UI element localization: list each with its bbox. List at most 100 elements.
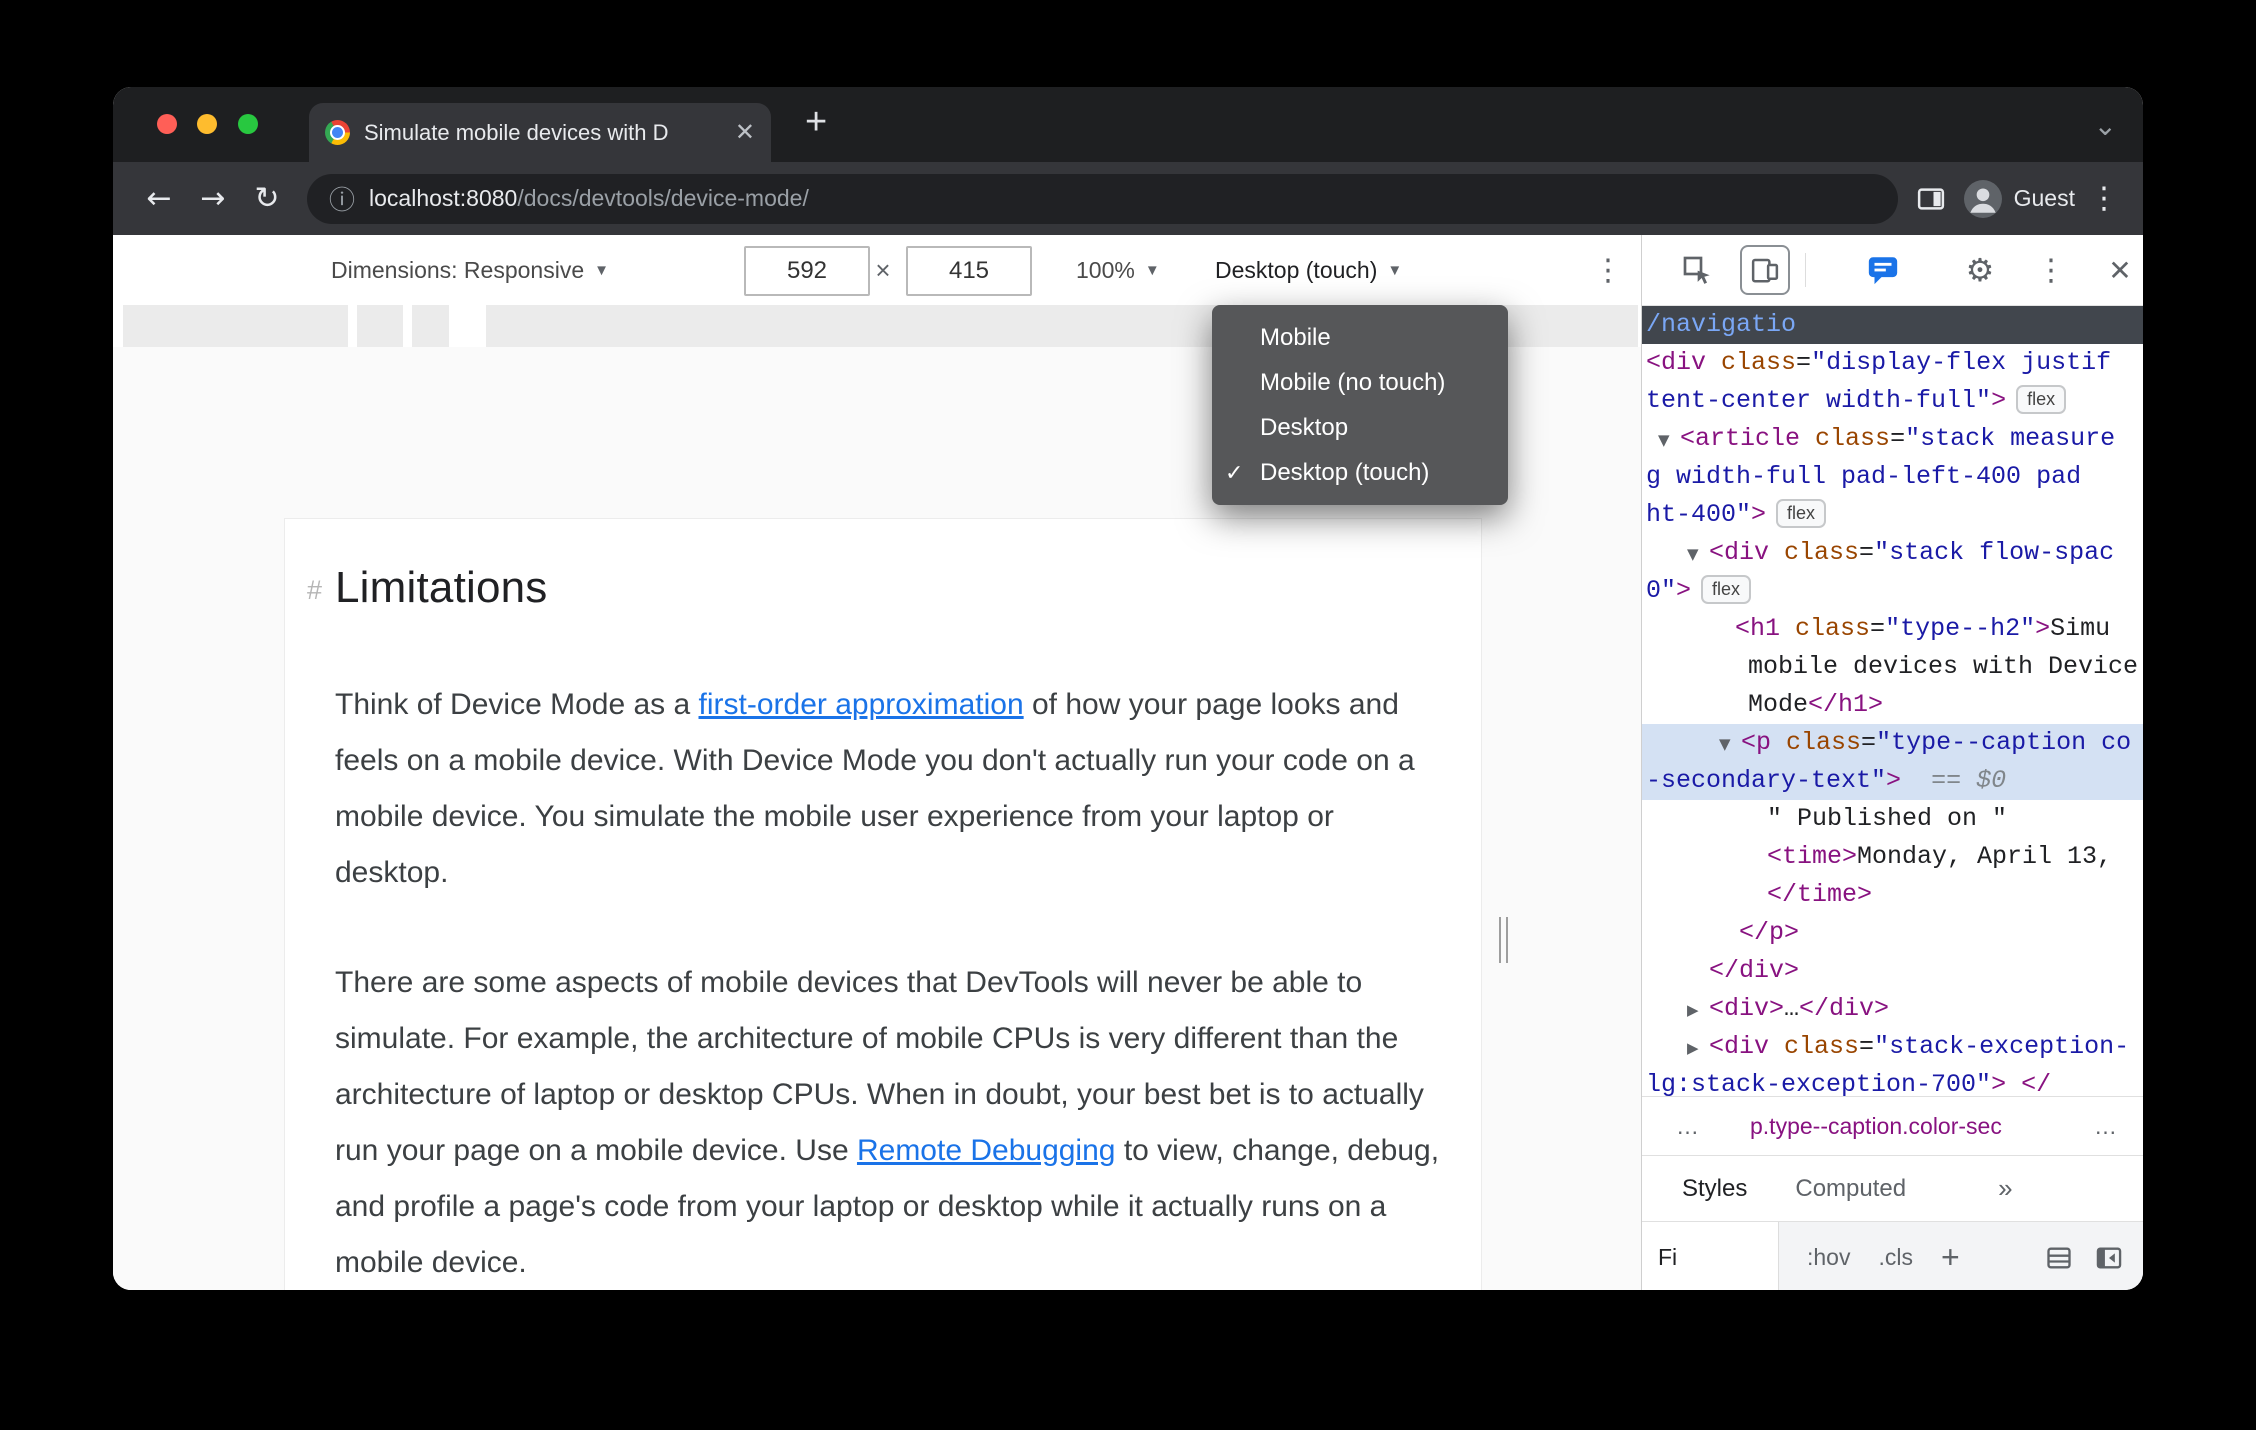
article-card: # Limitations Think of Device Mode as a … bbox=[284, 518, 1482, 1290]
code-token: class bbox=[1795, 614, 1871, 643]
dom-tree-row[interactable]: ▼ <div class="stack flow-spac bbox=[1642, 534, 2143, 572]
dom-tree-row[interactable]: ht-400"> flex bbox=[1642, 496, 2143, 534]
expand-arrow-open-icon[interactable]: ▼ bbox=[1719, 725, 1741, 762]
code-token: ht-400" bbox=[1646, 500, 1752, 529]
side-panel-icon[interactable] bbox=[1916, 184, 1946, 214]
new-style-rule-button[interactable]: + bbox=[1941, 1239, 1960, 1276]
browser-tab[interactable]: Simulate mobile devices with D ✕ bbox=[309, 103, 771, 162]
code-token: = bbox=[1890, 424, 1906, 453]
url-bar[interactable]: ⓘ localhost:8080/docs/devtools/device-mo… bbox=[307, 173, 1898, 224]
tab-computed[interactable]: Computed bbox=[1795, 1175, 1906, 1203]
traffic-light-close-icon[interactable] bbox=[157, 114, 177, 134]
dom-tree-row[interactable]: <time>Monday, April 13, bbox=[1642, 838, 2143, 876]
dimensions-select[interactable]: Dimensions: Responsive ▼ bbox=[331, 235, 609, 305]
dom-tree-row[interactable]: <h1 class="type--h2">Simu bbox=[1642, 610, 2143, 648]
code-token: > bbox=[1886, 766, 1902, 795]
tab-close-icon[interactable]: ✕ bbox=[735, 118, 755, 147]
dom-tree-row[interactable]: 0"> flex bbox=[1642, 572, 2143, 610]
dom-tree-row[interactable]: </div> bbox=[1642, 952, 2143, 990]
settings-gear-icon[interactable]: ⚙ bbox=[1957, 235, 2003, 305]
inspect-element-button[interactable] bbox=[1674, 235, 1720, 305]
code-token: Simu bbox=[2050, 614, 2111, 643]
breadcrumb-overflow-left[interactable]: … bbox=[1676, 1097, 1699, 1155]
flex-badge[interactable]: flex bbox=[1701, 575, 1752, 604]
dom-tree-row[interactable]: ▶ <div class="stack-exception- bbox=[1642, 1028, 2143, 1066]
flex-badge[interactable]: flex bbox=[2016, 385, 2067, 414]
code-token: "stack-exception- bbox=[1874, 1032, 2130, 1061]
breadcrumb-overflow-right[interactable]: … bbox=[2094, 1097, 2117, 1155]
dom-tree-row[interactable]: </time> bbox=[1642, 876, 2143, 914]
devtools-panel: ⚙ ⋮ ✕ /navigatio <div class="display-flex… bbox=[1641, 235, 2143, 1290]
dropdown-item-desktop[interactable]: Desktop bbox=[1212, 405, 1508, 450]
style-sheet-icon[interactable] bbox=[2045, 1244, 2073, 1272]
dom-tree-row[interactable]: tent-center width-full"> flex bbox=[1642, 382, 2143, 420]
back-button[interactable]: ← bbox=[137, 181, 181, 216]
avatar[interactable] bbox=[1963, 179, 2002, 218]
flex-badge[interactable]: flex bbox=[1776, 499, 1827, 528]
site-info-icon[interactable]: ⓘ bbox=[329, 180, 355, 217]
device-type-select[interactable]: Desktop (touch) ▼ bbox=[1215, 235, 1402, 305]
expand-arrow-closed-icon[interactable]: ▶ bbox=[1687, 1029, 1709, 1066]
code-token: "type--caption co bbox=[1876, 728, 2132, 757]
dom-tree-row[interactable]: ▼ <article class="stack measure bbox=[1642, 420, 2143, 458]
zoom-select[interactable]: 100% ▼ bbox=[1076, 235, 1160, 305]
width-input[interactable] bbox=[744, 246, 870, 296]
dom-tree-row[interactable]: <div class="display-flex justif bbox=[1642, 344, 2143, 382]
dom-tree-row[interactable]: -secondary-text"> == $0 bbox=[1642, 762, 2143, 800]
expand-arrow-open-icon[interactable]: ▼ bbox=[1658, 421, 1680, 458]
toolbar-separator bbox=[1805, 253, 1806, 287]
traffic-light-zoom-icon[interactable] bbox=[238, 114, 258, 134]
ruler-segment bbox=[357, 305, 403, 347]
tab-search-chevron-icon[interactable]: ⌄ bbox=[2094, 109, 2117, 142]
devtools-menu-button[interactable]: ⋮ bbox=[2028, 235, 2074, 305]
tab-styles[interactable]: Styles bbox=[1682, 1175, 1747, 1203]
device-toolbar-toggle-button[interactable] bbox=[1740, 235, 1790, 305]
code-token: = bbox=[1796, 348, 1812, 377]
dropdown-item-mobile-no-touch[interactable]: Mobile (no touch) bbox=[1212, 360, 1508, 405]
dom-tree-row[interactable]: ▼ <p class="type--caption co bbox=[1642, 724, 2143, 762]
ruler-segment bbox=[123, 305, 348, 347]
toggle-sidebar-icon[interactable] bbox=[2095, 1244, 2123, 1272]
code-token: class bbox=[1784, 1032, 1860, 1061]
breadcrumb-selected-element[interactable]: p.type--caption.color-sec bbox=[1750, 1097, 2002, 1155]
expand-arrow-closed-icon[interactable]: ▶ bbox=[1687, 991, 1709, 1028]
code-token: lg:stack-exception-700" bbox=[1646, 1070, 1992, 1096]
expand-arrow-open-icon[interactable]: ▼ bbox=[1687, 535, 1709, 572]
browser-menu-button[interactable]: ⋮ bbox=[2089, 181, 2119, 216]
code-token: </ bbox=[2021, 1070, 2052, 1096]
element-classes-button[interactable]: .cls bbox=[1878, 1244, 1913, 1271]
vertical-drag-handle[interactable] bbox=[1499, 917, 1501, 963]
url-host: localhost:8080 bbox=[369, 185, 518, 211]
more-tabs-chevron[interactable]: » bbox=[1998, 1173, 2012, 1204]
ruler-segment bbox=[412, 305, 449, 347]
styles-filter-input[interactable] bbox=[1642, 1222, 1779, 1290]
console-messages-icon[interactable] bbox=[1860, 235, 1906, 305]
device-toolbar-menu-button[interactable]: ⋮ bbox=[1593, 235, 1623, 305]
height-input[interactable] bbox=[906, 246, 1032, 296]
dom-tree-row[interactable]: " Published on " bbox=[1642, 800, 2143, 838]
forward-button[interactable]: → bbox=[191, 181, 235, 216]
dom-tree-row[interactable]: </p> bbox=[1642, 914, 2143, 952]
reload-button[interactable]: ↻ bbox=[245, 181, 289, 216]
code-token: class bbox=[1815, 424, 1891, 453]
dom-tree-row[interactable]: lg:stack-exception-700"> </ bbox=[1642, 1066, 2143, 1096]
remote-debugging-link[interactable]: Remote Debugging bbox=[857, 1134, 1116, 1167]
dropdown-item-mobile[interactable]: Mobile bbox=[1212, 315, 1508, 360]
dom-tree-row[interactable]: Mode</h1> bbox=[1642, 686, 2143, 724]
traffic-light-minimize-icon[interactable] bbox=[197, 114, 217, 134]
dom-tree-row[interactable]: mobile devices with Device bbox=[1642, 648, 2143, 686]
new-tab-button[interactable]: + bbox=[805, 101, 827, 144]
toggle-element-state-button[interactable]: :hov bbox=[1807, 1244, 1850, 1271]
paragraph-2: There are some aspects of mobile devices… bbox=[335, 966, 1440, 1279]
devtools-close-button[interactable]: ✕ bbox=[2097, 235, 2143, 305]
first-order-approximation-link[interactable]: first-order approximation bbox=[699, 688, 1024, 721]
dom-tree-row[interactable]: g width-full pad-left-400 pad bbox=[1642, 458, 2143, 496]
dom-tree-row[interactable]: ▶ <div>…</div> bbox=[1642, 990, 2143, 1028]
dropdown-item-desktop-touch[interactable]: ✓ Desktop (touch) bbox=[1212, 450, 1508, 495]
heading-anchor-hash[interactable]: # bbox=[307, 575, 322, 606]
dom-row-clipped[interactable]: /navigatio bbox=[1642, 306, 2143, 344]
